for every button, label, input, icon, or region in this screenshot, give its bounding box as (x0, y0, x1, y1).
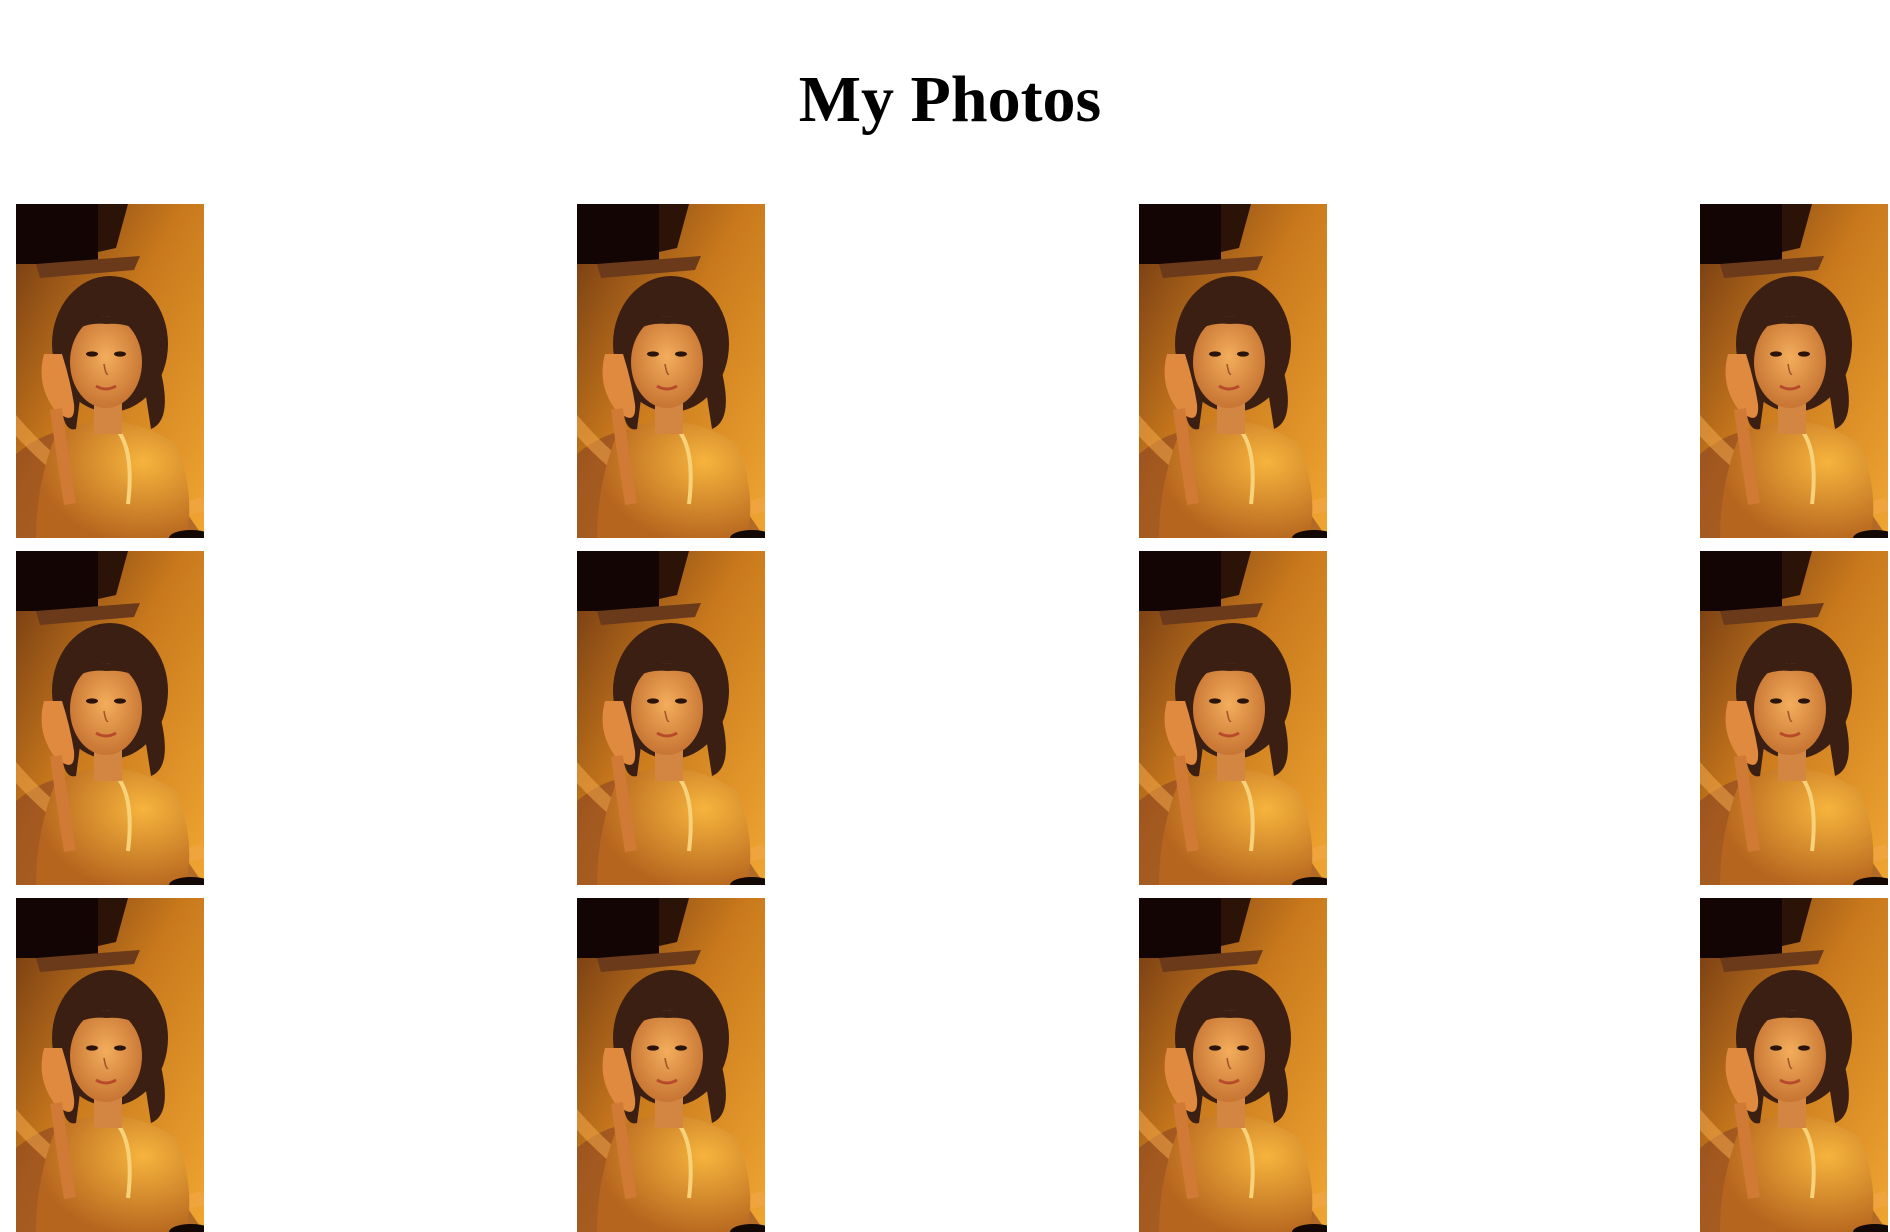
portrait-image (16, 551, 204, 885)
portrait-image (16, 204, 204, 538)
portrait-image (1699, 551, 1888, 885)
portrait-image (16, 898, 204, 1232)
portrait-image (577, 898, 766, 1232)
gallery-photo[interactable] (1138, 551, 1327, 885)
portrait-image (577, 204, 766, 538)
portrait-image (577, 551, 766, 885)
portrait-image (1699, 204, 1888, 538)
gallery-photo[interactable] (577, 551, 766, 885)
gallery-photo[interactable] (16, 551, 204, 885)
gallery-photo[interactable] (1138, 204, 1327, 538)
page-title: My Photos (798, 63, 1102, 136)
portrait-image (1138, 898, 1327, 1232)
portrait-image (1699, 898, 1888, 1232)
gallery-photo[interactable] (577, 204, 766, 538)
gallery-photo[interactable] (577, 898, 766, 1232)
gallery-photo[interactable] (1699, 551, 1888, 885)
gallery-photo[interactable] (1699, 898, 1888, 1232)
gallery-photo[interactable] (1699, 204, 1888, 538)
photo-gallery (16, 204, 1888, 1232)
gallery-photo[interactable] (16, 898, 204, 1232)
gallery-photo[interactable] (1138, 898, 1327, 1232)
gallery-photo[interactable] (16, 204, 204, 538)
portrait-image (1138, 551, 1327, 885)
portrait-image (1138, 204, 1327, 538)
